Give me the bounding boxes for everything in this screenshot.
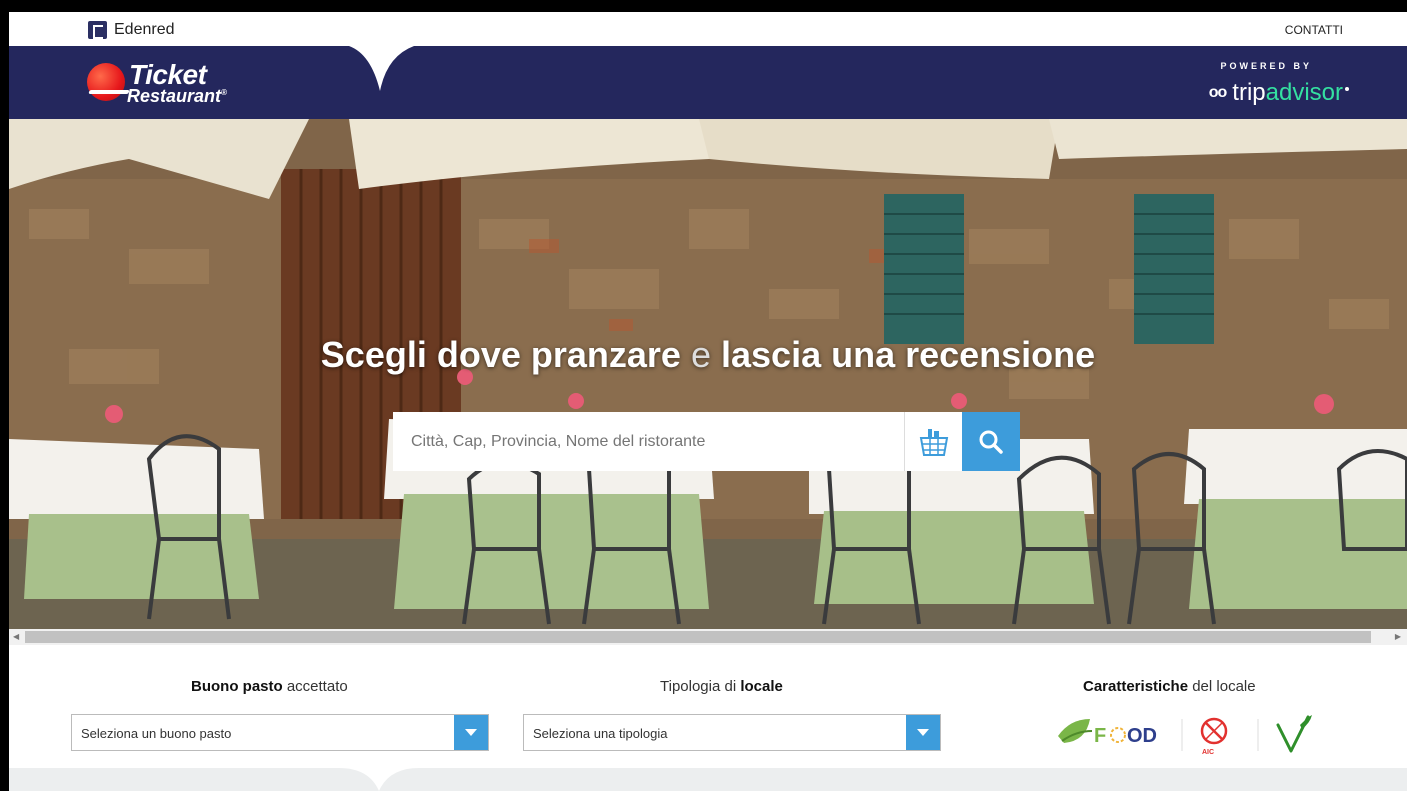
bottom-strip: [9, 768, 1407, 791]
logo-ball-icon: [87, 63, 125, 101]
horizontal-scrollbar[interactable]: ◀ ▶: [9, 629, 1407, 645]
scrollbar-thumb[interactable]: [25, 631, 1371, 643]
search-button[interactable]: [962, 412, 1020, 471]
chevron-down-icon[interactable]: [454, 715, 488, 750]
voucher-filter-label: Buono pasto accettato: [191, 678, 348, 695]
top-bar: Edenred CONTATTI: [9, 12, 1407, 46]
svg-text:F: F: [1094, 725, 1106, 747]
logo-swoosh-icon: [88, 90, 130, 94]
scroll-right-icon[interactable]: ▶: [1395, 632, 1401, 641]
svg-text:AIC: AIC: [1202, 749, 1214, 756]
edenred-brand[interactable]: Edenred: [88, 21, 175, 39]
food-icon[interactable]: F OD: [1058, 719, 1157, 747]
type-filter-label: Tipologia di locale: [660, 678, 783, 695]
type-select[interactable]: Seleziona una tipologia: [523, 714, 941, 751]
page: Edenred CONTATTI Ticket Restaurant® POWE…: [9, 12, 1407, 791]
filters-section: Buono pasto accettato Seleziona un buono…: [9, 645, 1407, 768]
hero-banner: Scegli dove pranzare e lascia una recens…: [9, 119, 1407, 629]
features-filter-label: Caratteristiche del locale: [1083, 678, 1256, 695]
voucher-select[interactable]: Seleziona un buono pasto: [71, 714, 489, 751]
basket-icon: [919, 428, 948, 456]
contatti-link[interactable]: CONTATTI: [1285, 23, 1343, 37]
search-icon: [979, 430, 1003, 454]
tripadvisor-logo[interactable]: oo tripadvisor: [1209, 79, 1349, 107]
search-input[interactable]: [393, 412, 904, 471]
vegan-icon[interactable]: [1276, 715, 1312, 753]
site-header: Ticket Restaurant® POWERED BY oo tripadv…: [9, 46, 1407, 119]
tripadvisor-wordmark: tripadvisor: [1232, 79, 1349, 107]
powered-by-label: POWERED BY: [1220, 61, 1312, 71]
ticket-restaurant-logo[interactable]: Ticket Restaurant®: [87, 59, 267, 109]
gluten-free-aic-icon[interactable]: AIC: [1200, 717, 1228, 756]
type-select-value: Seleziona una tipologia: [533, 726, 668, 741]
chevron-down-icon[interactable]: [906, 715, 940, 750]
edenred-label: Edenred: [114, 21, 175, 38]
header-curve-decoration: [309, 46, 459, 119]
logo-line2: Restaurant®: [127, 86, 227, 106]
basket-filter-button[interactable]: [904, 412, 962, 471]
voucher-select-value: Seleziona un buono pasto: [81, 726, 232, 741]
svg-text:OD: OD: [1127, 725, 1157, 747]
tripadvisor-owl-icon: oo: [1208, 84, 1228, 101]
scroll-left-icon[interactable]: ◀: [13, 632, 19, 641]
feature-icons: F OD AIC: [1058, 715, 1312, 756]
edenred-logo-icon: [88, 21, 107, 39]
hero-title: Scegli dove pranzare e lascia una recens…: [320, 334, 1096, 375]
search-bar: [393, 412, 1020, 471]
